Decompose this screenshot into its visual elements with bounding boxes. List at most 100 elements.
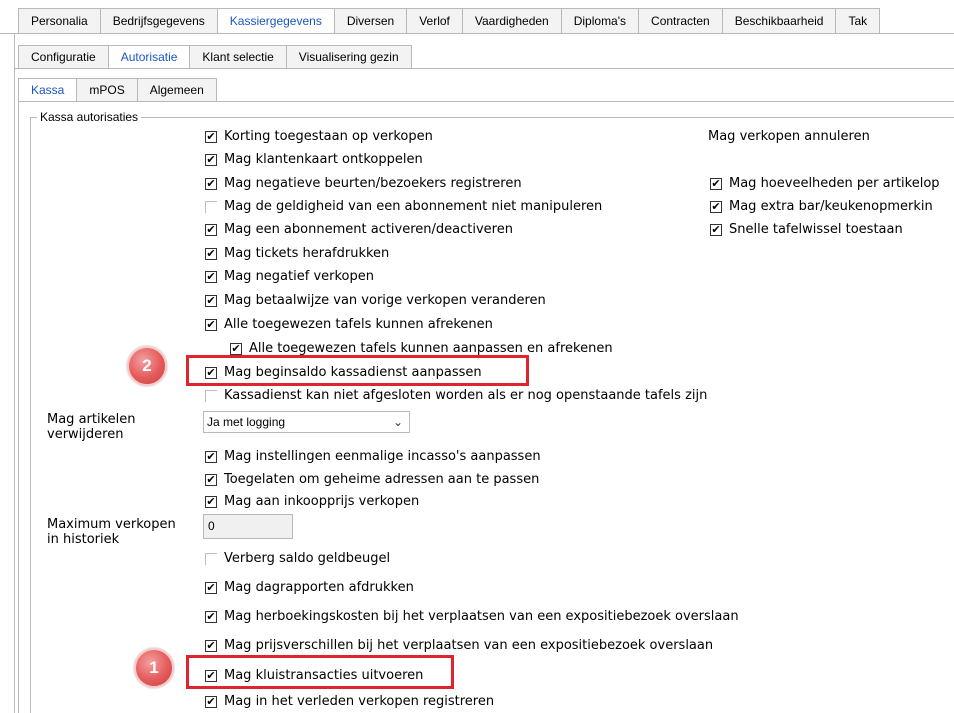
tab-tak[interactable]: Tak <box>836 8 881 34</box>
tab-algemeen[interactable]: Algemeen <box>137 78 217 102</box>
inner-tab-underline <box>18 101 954 102</box>
checkbox-label: Toegelaten om geheime adressen aan te pa… <box>224 472 540 487</box>
checkbox[interactable] <box>205 552 217 565</box>
checkbox[interactable] <box>710 177 722 190</box>
label-line: verwijderen <box>47 427 124 442</box>
checkbox[interactable] <box>205 389 217 402</box>
checkbox[interactable] <box>205 270 217 283</box>
checkbox[interactable] <box>205 581 217 594</box>
cb-incasso[interactable]: Mag instellingen eenmalige incasso's aan… <box>205 449 541 464</box>
checkbox-label: Mag betaalwijze van vorige verkopen vera… <box>224 293 546 308</box>
cb-prijsverschillen[interactable]: Mag prijsverschillen bij het verplaatsen… <box>205 638 713 653</box>
cb-korting[interactable]: Korting toegestaan op verkopen <box>205 129 433 144</box>
cb-snelle-tafelwissel[interactable]: Snelle tafelwissel toestaan <box>710 222 903 237</box>
tab-diversen[interactable]: Diversen <box>334 8 408 34</box>
checkbox-label: Mag hoeveelheden per artikelop <box>729 176 940 191</box>
cb-negatieve-beurten[interactable]: Mag negatieve beurten/bezoekers registre… <box>205 176 522 191</box>
checkbox-label: Mag herboekingskosten bij het verplaatse… <box>224 609 739 624</box>
cb-kassadienst-afsluiten[interactable]: Kassadienst kan niet afgesloten worden a… <box>205 388 707 403</box>
checkbox-label: Mag negatieve beurten/bezoekers registre… <box>224 176 522 191</box>
cb-tafels-afrekenen[interactable]: Alle toegewezen tafels kunnen afrekenen <box>205 317 493 332</box>
cb-betaalwijze[interactable]: Mag betaalwijze van vorige verkopen vera… <box>205 293 546 308</box>
max-sales-label: Maximum verkopen in historiek <box>47 517 176 547</box>
cb-negatief-verkopen[interactable]: Mag negatief verkopen <box>205 269 374 284</box>
main-tab-underline <box>0 33 954 34</box>
checkbox[interactable] <box>205 473 217 486</box>
cb-abonnement-activeren[interactable]: Mag een abonnement activeren/deactiveren <box>205 222 513 237</box>
checkbox[interactable] <box>205 495 217 508</box>
checkbox-label: Mag in het verleden verkopen registreren <box>224 694 495 709</box>
max-sales-input[interactable]: 0 <box>203 514 293 539</box>
highlight-box-2 <box>186 355 529 386</box>
checkbox[interactable] <box>230 342 242 355</box>
checkbox-label: Mag negatief verkopen <box>224 269 374 284</box>
cb-inkoopprijs[interactable]: Mag aan inkoopprijs verkopen <box>205 494 419 509</box>
checkbox-label: Snelle tafelwissel toestaan <box>729 222 903 237</box>
tab-bedrijfsgegevens[interactable]: Bedrijfsgegevens <box>100 8 218 34</box>
checkbox-label: Mag extra bar/keukenopmerkin <box>729 199 933 214</box>
tab-visualisering-gezin[interactable]: Visualisering gezin <box>286 45 412 69</box>
checkbox[interactable] <box>205 695 217 708</box>
main-tab-bar: Personalia Bedrijfsgegevens Kassiergegev… <box>18 8 954 34</box>
groupbox-title: Kassa autorisaties <box>37 110 142 124</box>
cb-geheime-adressen[interactable]: Toegelaten om geheime adressen aan te pa… <box>205 472 539 487</box>
highlight-box-1 <box>186 655 454 689</box>
checkbox-label: Mag instellingen eenmalige incasso's aan… <box>224 449 541 464</box>
checkbox[interactable] <box>205 130 217 143</box>
tab-personalia[interactable]: Personalia <box>18 8 101 34</box>
tab-mpos[interactable]: mPOS <box>77 78 138 102</box>
step-marker-2: 2 <box>127 346 167 386</box>
tab-beschikbaarheid[interactable]: Beschikbaarheid <box>722 8 837 34</box>
tab-kassa[interactable]: Kassa <box>18 78 78 102</box>
cb-dagrapporten[interactable]: Mag dagrapporten afdrukken <box>205 580 414 595</box>
cb-herboekingskosten[interactable]: Mag herboekingskosten bij het verplaatse… <box>205 609 739 624</box>
tab-contracten[interactable]: Contracten <box>639 8 723 34</box>
tab-verlof[interactable]: Verlof <box>407 8 463 34</box>
checkbox-label: Mag aan inkoopprijs verkopen <box>224 494 420 509</box>
checkbox[interactable] <box>205 639 217 652</box>
tab-kassiergegevens[interactable]: Kassiergegevens <box>217 8 335 34</box>
checkbox[interactable] <box>205 177 217 190</box>
checkbox[interactable] <box>205 153 217 166</box>
checkbox[interactable] <box>205 450 217 463</box>
cb-bar-keukenopmerking[interactable]: Mag extra bar/keukenopmerkin <box>710 199 933 214</box>
groupbox-top-border <box>30 117 954 118</box>
checkbox-label: Mag een abonnement activeren/deactiveren <box>224 222 513 237</box>
delete-articles-select[interactable]: Ja met logging ⌄ <box>203 411 410 433</box>
checkbox-label: Kassadienst kan niet afgesloten worden a… <box>224 388 708 403</box>
checkbox[interactable] <box>710 223 722 236</box>
checkbox[interactable] <box>710 200 722 213</box>
tab-klant-selectie[interactable]: Klant selectie <box>190 45 287 69</box>
cb-geldigheid-abonnement[interactable]: Mag de geldigheid van een abonnement nie… <box>205 199 602 214</box>
cb-klantenkaart[interactable]: Mag klantenkaart ontkoppelen <box>205 152 423 167</box>
step-marker-1: 1 <box>134 648 174 688</box>
checkbox-label: Mag dagrapporten afdrukken <box>224 580 414 595</box>
chevron-down-icon: ⌄ <box>392 415 403 429</box>
cb-tafels-aanpassen[interactable]: Alle toegewezen tafels kunnen aanpassen … <box>230 341 613 356</box>
tab-configuratie[interactable]: Configuratie <box>18 45 109 69</box>
tab-autorisatie[interactable]: Autorisatie <box>108 45 191 69</box>
delete-articles-label: Mag artikelen verwijderen <box>47 412 136 442</box>
cb-saldo-geldbeugel[interactable]: Verberg saldo geldbeugel <box>205 551 390 566</box>
label-line: in historiek <box>47 532 120 547</box>
checkbox-label: Alle toegewezen tafels kunnen afrekenen <box>224 317 493 332</box>
checkbox-label: Mag prijsverschillen bij het verplaatsen… <box>224 638 714 653</box>
cb-hoeveelheden[interactable]: Mag hoeveelheden per artikelop <box>710 176 940 191</box>
checkbox[interactable] <box>205 200 217 213</box>
checkbox-label: Mag tickets herafdrukken <box>224 246 390 261</box>
checkbox-label: Mag klantenkaart ontkoppelen <box>224 152 423 167</box>
checkbox[interactable] <box>205 247 217 260</box>
checkbox-label: Mag de geldigheid van een abonnement nie… <box>224 199 603 214</box>
cb-verleden-verkopen[interactable]: Mag in het verleden verkopen registreren <box>205 694 494 709</box>
cancel-sales-heading: Mag verkopen annuleren <box>708 129 870 144</box>
inner-panel-left-border <box>18 101 19 713</box>
tab-diplomas[interactable]: Diploma's <box>561 8 640 34</box>
checkbox[interactable] <box>205 294 217 307</box>
cb-tickets-herafdrukken[interactable]: Mag tickets herafdrukken <box>205 246 389 261</box>
tab-vaardigheden[interactable]: Vaardigheden <box>462 8 562 34</box>
checkbox[interactable] <box>205 318 217 331</box>
checkbox[interactable] <box>205 223 217 236</box>
checkbox-label: Verberg saldo geldbeugel <box>224 551 391 566</box>
checkbox-label: Alle toegewezen tafels kunnen aanpassen … <box>249 341 613 356</box>
checkbox[interactable] <box>205 610 217 623</box>
